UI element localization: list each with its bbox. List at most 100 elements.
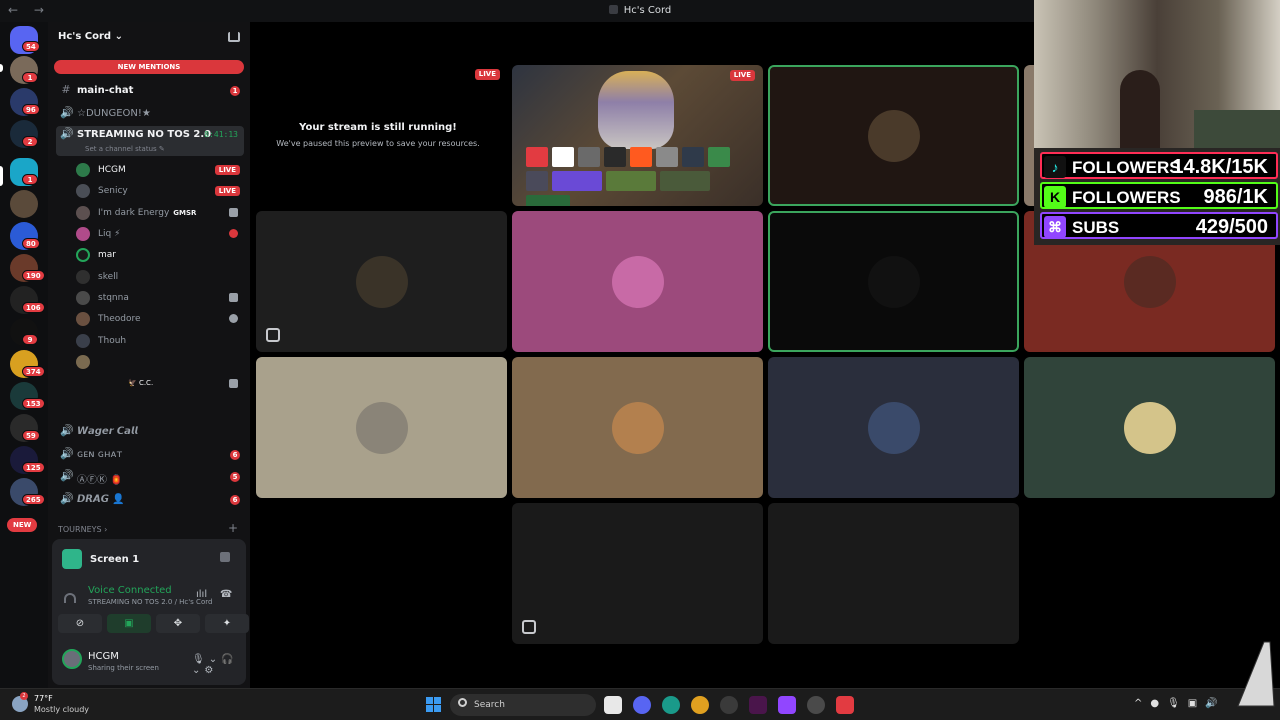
category-tourneys[interactable]: TOURNEYS › [58, 525, 107, 534]
soundboard-button[interactable]: ✦ [205, 614, 249, 633]
voice-channel-icon: 🔊 [60, 492, 74, 505]
user-tile[interactable] [256, 211, 507, 352]
channel-name: ⒶⒻⓀ 🏮 [77, 475, 123, 486]
voice-user[interactable]: Thouh [72, 332, 242, 350]
disconnect-icon[interactable]: ☎ [220, 589, 232, 600]
slack-icon[interactable] [749, 696, 767, 714]
user-tile[interactable] [1024, 357, 1275, 498]
channel-dungeon[interactable]: 🔊 ☆DUNGEON!★ [56, 105, 244, 123]
voice-user[interactable]: I'm dark Energy GMSR [72, 204, 242, 222]
windows-taskbar: 2 77°F Mostly cloudy Search ^●🎙▣🔊 PM [0, 688, 1280, 720]
voice-connected-channel[interactable]: STREAMING NO TOS 2.0 / Hc's Cord [88, 598, 212, 606]
task-view-icon[interactable] [604, 696, 622, 714]
notification-badge: 2 [20, 692, 28, 700]
channel-wager-call[interactable]: 🔊 𝙒𝙖𝙜𝙚𝙧 𝘾𝙖𝙡𝙡 [56, 423, 244, 441]
server-name-dropdown[interactable]: Hc's Cord ⌄ [58, 31, 123, 42]
avatar [355, 255, 408, 308]
user-tile[interactable] [512, 503, 763, 644]
channel-main-chat[interactable]: # main-chat 1 [56, 82, 244, 100]
avatar[interactable] [62, 649, 82, 669]
voice-user[interactable]: Liq ⚡ [72, 225, 242, 243]
user-tile[interactable] [768, 65, 1019, 206]
twitch-taskbar-icon[interactable] [778, 696, 796, 714]
stop-stream-icon[interactable] [220, 552, 230, 562]
taskbar-search[interactable]: Search [450, 694, 596, 716]
channel-streaming-no-tos[interactable]: 🔊 STREAMING NO TOS 2.0 8:41:13 Set a cha… [56, 126, 244, 156]
unread-pill [0, 64, 3, 72]
camera-off-button[interactable]: ⊘ [58, 614, 102, 633]
avatar [76, 184, 90, 198]
system-tray-icons[interactable]: ^●🎙▣🔊 [1134, 698, 1226, 709]
voice-user[interactable]: mar [72, 246, 242, 264]
guild-badge: 265 [22, 494, 45, 505]
avatar [76, 206, 90, 220]
guild-badge: 190 [22, 270, 45, 281]
weather-temp[interactable]: 77°F [34, 694, 53, 703]
voice-user[interactable]: HCGM LIVE [72, 161, 242, 179]
voice-channel-icon: 🔊 [60, 469, 74, 482]
channel-status[interactable]: Set a channel status ✎ [85, 145, 165, 153]
username: I'm dark Energy GMSR [98, 208, 197, 218]
windows-start-icon[interactable] [426, 697, 442, 713]
connection-icon [64, 593, 76, 603]
media-player-icon[interactable] [720, 696, 738, 714]
user-tile[interactable] [768, 503, 1019, 644]
discord-taskbar-icon[interactable] [633, 696, 651, 714]
server-list: 54 1 96 2 1 80 190 106 9 374 153 59 125 … [0, 22, 48, 688]
stream-paused-tile[interactable]: LIVE Your stream is still running! We've… [256, 65, 500, 206]
tiktok-live-icon[interactable] [836, 696, 854, 714]
voice-user[interactable]: 🦅 C.C. [72, 375, 242, 393]
xbox-icon [229, 314, 238, 323]
channel-afk[interactable]: 🔊 ⒶⒻⓀ 🏮 5 [56, 468, 244, 486]
guild-badge: 106 [22, 302, 45, 313]
voice-user[interactable]: Theodore [72, 310, 242, 328]
voice-user[interactable]: skell [72, 268, 242, 286]
edge-icon[interactable] [662, 696, 680, 714]
avatar [867, 255, 920, 308]
user-tile[interactable] [768, 357, 1019, 498]
user-tile[interactable] [512, 211, 763, 352]
voice-user[interactable]: stqnna [72, 289, 242, 307]
voice-user[interactable]: Senicy LIVE [72, 182, 242, 200]
user-tile[interactable] [256, 357, 507, 498]
avatar [1123, 401, 1176, 454]
my-username[interactable]: HCGM [88, 651, 119, 662]
channel-drag[interactable]: 🔊 𝘿𝙍𝘼𝙂 👤 6 [56, 491, 244, 509]
new-unreads-badge[interactable]: NEW [7, 518, 38, 532]
paused-title: Your stream is still running! [299, 122, 457, 133]
channel-name: STREAMING NO TOS 2.0 [77, 129, 212, 140]
mic-headphones-settings-icon[interactable]: 🎙⌄🎧⌄⚙ [192, 654, 246, 676]
server-icon [608, 5, 618, 14]
goal-value: 986/1K [1203, 186, 1269, 208]
invite-people-icon[interactable] [228, 32, 240, 42]
live-badge: LIVE [729, 70, 755, 81]
guild-icon[interactable] [10, 190, 38, 218]
avatar [867, 109, 920, 162]
voice-user[interactable] [72, 353, 242, 371]
activities-button[interactable]: ✥ [156, 614, 200, 633]
share-screen-button[interactable]: ▣ [107, 614, 151, 633]
goal-value: 429/500 [1195, 216, 1268, 238]
deafened-icon [229, 208, 238, 217]
user-tile[interactable] [512, 357, 763, 498]
weather-condition[interactable]: Mostly cloudy [34, 705, 89, 714]
guild-badge: 374 [22, 366, 45, 377]
guild-badge: 96 [22, 104, 40, 115]
search-icon [458, 698, 467, 707]
guild-badge: 80 [22, 238, 40, 249]
new-mentions-banner[interactable]: NEW MENTIONS [54, 60, 244, 74]
channel-name: 𝙒𝙖𝙜𝙚𝙧 𝘾𝙖𝙡𝙡 [77, 426, 138, 437]
create-channel-icon[interactable]: + [228, 521, 238, 535]
chrome-icon[interactable] [691, 696, 709, 714]
guild-badge: 9 [22, 334, 38, 345]
mention-count: 6 [230, 450, 240, 460]
stream-tile[interactable]: LIVE [512, 65, 763, 206]
webcam-feed [1034, 0, 1280, 148]
obs-icon[interactable] [807, 696, 825, 714]
screen-share-name: Screen 1 [90, 554, 140, 565]
user-tile[interactable] [768, 211, 1019, 352]
channel-gen-chat[interactable]: 🔊 ɢᴇɴ ɢʜᴀᴛ 6 [56, 446, 244, 464]
kick-followers-goal: K FOLLOWERS 986/1K [1040, 182, 1278, 209]
noise-suppression-icon[interactable]: ılıl [196, 589, 207, 600]
voice-connected-label[interactable]: Voice Connected [88, 585, 172, 596]
